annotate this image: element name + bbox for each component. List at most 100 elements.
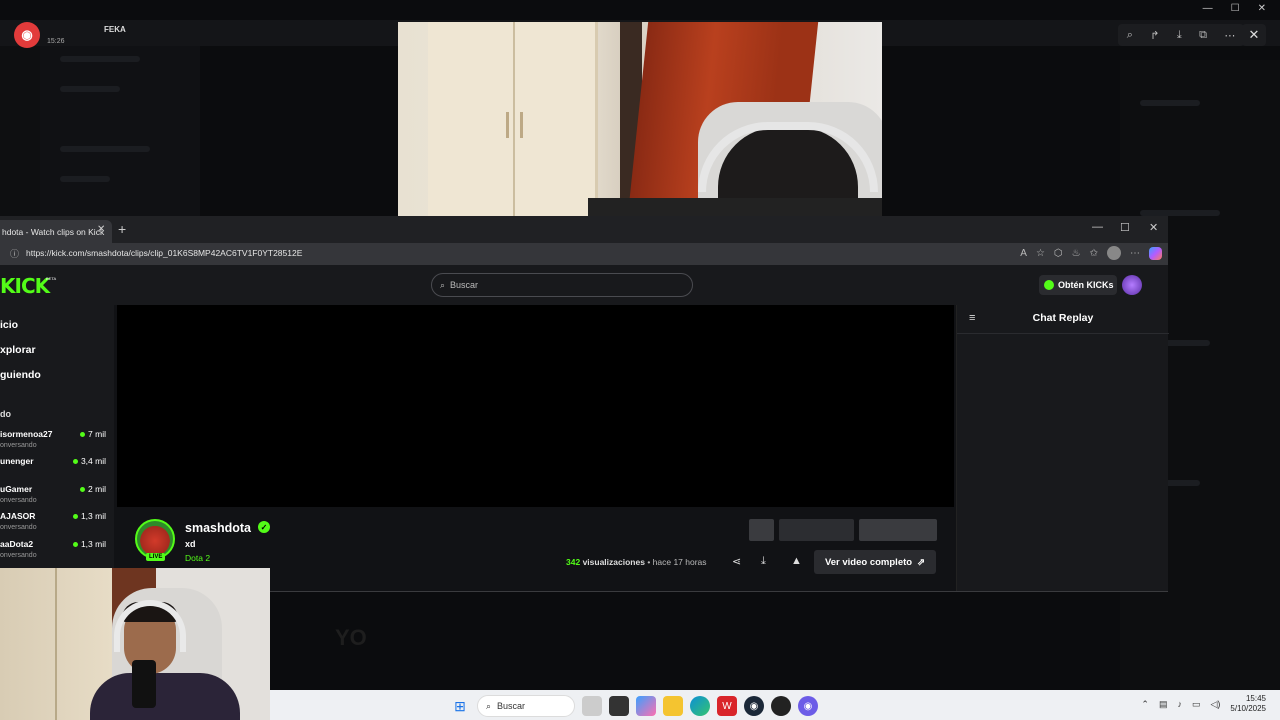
nav-home[interactable]: icio bbox=[0, 319, 18, 331]
verified-icon: ✓ bbox=[258, 521, 270, 533]
channel-category: onversando bbox=[0, 497, 37, 504]
get-kicks-label: Obtén KICKs bbox=[1058, 280, 1114, 290]
channel-viewer-count: 7 mil bbox=[88, 429, 106, 439]
file-explorer-icon[interactable] bbox=[663, 696, 683, 716]
clock-date: 5/10/2025 bbox=[1230, 704, 1266, 713]
search-placeholder: Buscar bbox=[450, 280, 479, 290]
channel-category: onversando bbox=[0, 524, 37, 531]
start-icon[interactable]: ⊞ bbox=[450, 696, 470, 716]
channel-name: uGamer bbox=[0, 484, 33, 494]
zoom-icon[interactable]: ⌕ bbox=[1127, 29, 1133, 42]
browser-window: hdota - Watch clips on Kick ✕ + — ☐ ✕ ⓘ … bbox=[0, 216, 1169, 592]
chrome-icon[interactable] bbox=[771, 696, 791, 716]
live-dot-icon bbox=[72, 458, 78, 464]
extensions-icon[interactable]: ⬡ bbox=[1054, 248, 1063, 259]
widgets-icon[interactable] bbox=[582, 696, 602, 716]
external-link-icon: ⇗ bbox=[917, 556, 926, 568]
window-minimize-icon[interactable]: — bbox=[1092, 221, 1103, 233]
clip-title: xd bbox=[185, 539, 196, 549]
tray-overflow-icon[interactable]: ⌃ bbox=[1141, 699, 1149, 710]
copilot-app-icon[interactable] bbox=[636, 696, 656, 716]
clock-time: 15:45 bbox=[1245, 694, 1266, 703]
more-icon[interactable]: ⋯ bbox=[1224, 29, 1235, 42]
views-label: visualizaciones bbox=[582, 557, 645, 567]
channel-row[interactable]: unenger 3,4 mil bbox=[0, 456, 114, 482]
minimize-icon[interactable]: — bbox=[1203, 3, 1213, 14]
user-avatar[interactable] bbox=[1122, 275, 1142, 295]
kick-header: KICK BETA ⌕ Buscar Obtén KICKs bbox=[0, 265, 1168, 305]
download-icon[interactable]: ⤓ bbox=[1177, 29, 1182, 42]
taskbar-search-label: Buscar bbox=[497, 701, 526, 711]
volume-icon[interactable]: ◁) bbox=[1210, 699, 1220, 710]
window-close-icon[interactable]: ✕ bbox=[1149, 221, 1158, 234]
report-icon[interactable]: ▲ bbox=[791, 555, 802, 567]
channel-row[interactable]: AJASOR onversando 1,3 mil bbox=[0, 511, 114, 537]
profile-icon[interactable] bbox=[1107, 246, 1121, 260]
clip-category[interactable]: Dota 2 bbox=[185, 553, 210, 563]
address-bar-actions: A ☆ ⬡ ♨ ✩ ⋯ bbox=[1020, 246, 1162, 260]
taskbar-search[interactable]: ⌕ Buscar bbox=[477, 695, 575, 717]
new-tab-icon[interactable]: + bbox=[118, 221, 126, 237]
close-icon[interactable]: ✕ bbox=[1258, 3, 1266, 14]
window-maximize-icon[interactable]: ☐ bbox=[1120, 221, 1130, 234]
channel-row[interactable]: aaDota2 onversando 1,3 mil bbox=[0, 539, 114, 565]
channel-name: aaDota2 bbox=[0, 539, 34, 549]
viewer-close-button[interactable]: ✕ bbox=[1242, 24, 1266, 46]
kick-page: KICK BETA ⌕ Buscar Obtén KICKs icio xplo… bbox=[0, 265, 1169, 591]
get-kicks-button[interactable]: Obtén KICKs bbox=[1039, 275, 1117, 295]
extension-icon[interactable]: ♨ bbox=[1072, 248, 1081, 259]
browser-tab[interactable]: hdota - Watch clips on Kick bbox=[0, 220, 112, 243]
channel-row[interactable]: uGamer onversando 2 mil bbox=[0, 484, 114, 510]
channel-category: onversando bbox=[0, 442, 37, 449]
kick-beta-label: BETA bbox=[46, 276, 57, 281]
share-icon[interactable]: ↱ bbox=[1150, 29, 1159, 42]
channel-viewer-count: 2 mil bbox=[88, 484, 106, 494]
site-info-icon[interactable]: ⓘ bbox=[10, 247, 19, 260]
loading-placeholder bbox=[859, 519, 937, 541]
nav-following[interactable]: guiendo bbox=[0, 369, 41, 381]
search-input[interactable]: ⌕ Buscar bbox=[431, 273, 693, 297]
favorites-bar-icon[interactable]: ✩ bbox=[1090, 248, 1098, 259]
discord-icon[interactable]: ◉ bbox=[798, 696, 818, 716]
copilot-icon[interactable] bbox=[1149, 246, 1162, 260]
address-bar[interactable]: ⓘ https://kick.com/smashdota/clips/clip_… bbox=[0, 243, 1168, 265]
favorite-icon[interactable]: ☆ bbox=[1036, 248, 1045, 259]
steam-icon[interactable]: ◉ bbox=[744, 696, 764, 716]
watch-full-video-button[interactable]: Ver video completo ⇗ bbox=[814, 550, 936, 574]
channel-name: unenger bbox=[0, 456, 34, 466]
microphone-icon[interactable]: ♪ bbox=[1177, 699, 1182, 709]
network-icon[interactable]: ▭ bbox=[1192, 699, 1201, 710]
time-ago: • hace 17 horas bbox=[647, 557, 707, 567]
sidebar-section-title: do bbox=[0, 409, 11, 419]
video-player[interactable] bbox=[117, 305, 954, 507]
system-tray: ⌃ ▤ ♪ ▭ ◁) 15:45 5/10/2025 bbox=[1141, 694, 1266, 714]
download-icon[interactable]: ⤓ bbox=[761, 555, 766, 568]
streamer-name[interactable]: smashdota bbox=[185, 521, 251, 535]
live-dot-icon bbox=[80, 431, 86, 437]
share-icon[interactable]: ⋖ bbox=[732, 555, 741, 568]
edge-icon[interactable] bbox=[690, 696, 710, 716]
wps-icon[interactable]: W bbox=[717, 696, 737, 716]
viewer-toolbar: ⌕ ↱ ⤓ ⧉ ⋯ bbox=[1118, 24, 1244, 46]
channel-name: isormenoa27 bbox=[0, 429, 53, 439]
chat-title: Chat Replay bbox=[1032, 312, 1094, 324]
read-aloud-icon[interactable]: A bbox=[1020, 248, 1027, 259]
kick-logo[interactable]: KICK bbox=[0, 274, 50, 298]
task-view-icon[interactable] bbox=[609, 696, 629, 716]
webcam-feed bbox=[0, 568, 270, 720]
camera-image bbox=[398, 22, 882, 216]
tab-close-icon[interactable]: ✕ bbox=[97, 224, 105, 235]
maximize-icon[interactable]: ☐ bbox=[1231, 3, 1240, 14]
channel-row[interactable]: isormenoa27 onversando 7 mil bbox=[0, 429, 114, 455]
kicks-icon bbox=[1044, 280, 1054, 290]
nav-explore[interactable]: xplorar bbox=[0, 344, 36, 356]
taskbar-apps: ⊞ ⌕ Buscar W ◉ ◉ bbox=[450, 695, 818, 717]
loading-placeholder bbox=[779, 519, 854, 541]
taskbar-clock[interactable]: 15:45 5/10/2025 bbox=[1230, 694, 1266, 714]
tray-app-icon[interactable]: ▤ bbox=[1159, 699, 1168, 710]
open-external-icon[interactable]: ⧉ bbox=[1199, 29, 1207, 42]
channel-category: onversando bbox=[0, 552, 37, 559]
url-text[interactable]: https://kick.com/smashdota/clips/clip_01… bbox=[26, 248, 302, 258]
browser-menu-icon[interactable]: ⋯ bbox=[1130, 248, 1140, 259]
taskbar: ⊞ ⌕ Buscar W ◉ ◉ ⌃ ▤ ♪ ▭ ◁) 15:45 5/10/2… bbox=[270, 690, 1280, 720]
